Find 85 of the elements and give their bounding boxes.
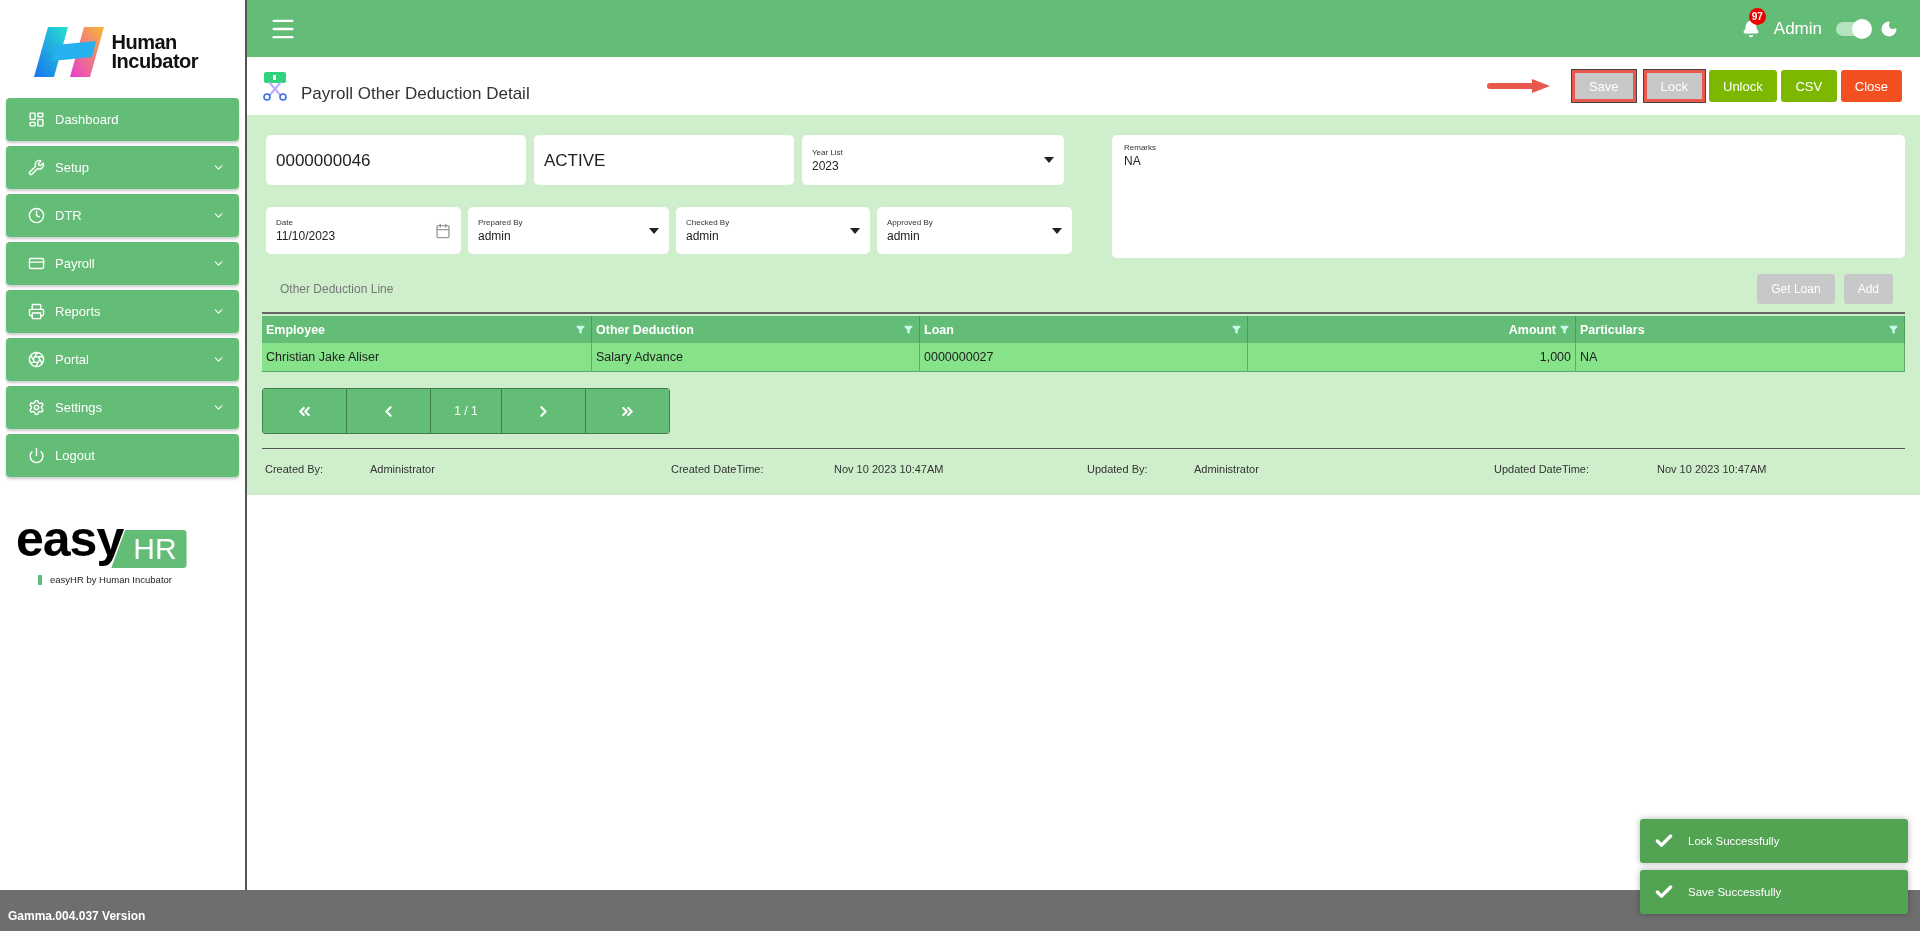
caret-icon: [1052, 227, 1062, 234]
filter-icon[interactable]: [1560, 325, 1569, 334]
field-value: 0000000046: [276, 151, 372, 171]
aperture-icon: [28, 351, 45, 368]
notification-badge: 97: [1748, 7, 1766, 25]
tagline-bar: [38, 574, 42, 585]
logo-icon: [33, 27, 104, 77]
input-field[interactable]: 0000000046: [266, 135, 526, 185]
arrow-annotation: [1485, 78, 1552, 94]
clock-icon: [28, 207, 45, 224]
remarks-field[interactable]: Remarks NA: [1112, 135, 1905, 258]
toolbar-button[interactable]: Unlock: [1709, 70, 1777, 102]
toast: Lock Successfully: [1640, 819, 1908, 863]
field-value: NA: [1124, 154, 1142, 168]
field-label: Remarks: [1124, 143, 1157, 152]
audit-label: Updated By:: [1087, 463, 1149, 475]
tagline: easyHR by Human Incubator: [50, 574, 172, 585]
caret-icon: [1044, 157, 1054, 163]
field-value: 2023: [812, 158, 840, 173]
caret-icon: [850, 227, 860, 234]
table-cell: Salary Advance: [592, 343, 920, 371]
theme-toggle[interactable]: [1836, 21, 1870, 36]
input-field[interactable]: ACTIVE: [534, 135, 794, 185]
table-cell: Christian Jake Aliser: [262, 343, 592, 371]
toolbar-button[interactable]: CSV: [1780, 70, 1837, 102]
field-label: Prepared By: [478, 218, 524, 227]
close-button[interactable]: Close: [1840, 70, 1902, 102]
field-label: Year List: [812, 147, 844, 157]
select-field[interactable]: Approved By admin: [877, 207, 1072, 254]
field-value: admin: [686, 229, 720, 243]
caret-icon: [649, 227, 659, 234]
field-label: Checked By: [686, 218, 731, 227]
field-value: admin: [887, 229, 921, 243]
gear-icon: [28, 399, 45, 416]
first-page-button[interactable]: [263, 389, 347, 433]
audit-value: Nov 10 2023 10:47AM: [1657, 463, 1768, 475]
filter-icon[interactable]: [576, 325, 585, 334]
field-value: ACTIVE: [544, 151, 607, 171]
bell-icon[interactable]: [1741, 19, 1760, 38]
audit-value: Nov 10 2023 10:47AM: [834, 463, 945, 475]
audit-label: Created DateTime:: [671, 463, 765, 475]
page-title: Payroll Other Deduction Detail: [301, 84, 530, 104]
select-field[interactable]: Year List 2023: [802, 135, 1064, 185]
table-row[interactable]: Christian Jake Aliser Salary Advance 0000000027 1,000 NA: [262, 343, 1905, 372]
select-field[interactable]: Prepared By admin: [468, 207, 669, 254]
toast: Save Successfully: [1640, 870, 1908, 914]
filter-icon[interactable]: [904, 325, 913, 334]
sidebar-item[interactable]: Portal: [6, 338, 239, 381]
audit-label: Updated DateTime:: [1494, 463, 1590, 475]
date-field[interactable]: Date 11/10/2023: [266, 207, 461, 254]
audit-value: Administrator: [1194, 463, 1260, 475]
field-value: admin: [478, 229, 512, 243]
table-cell: 0000000027: [920, 343, 1248, 371]
sidebar-item[interactable]: Dashboard: [6, 98, 239, 141]
audit-label: Created By:: [265, 463, 325, 475]
sidebar-item[interactable]: Logout: [6, 434, 239, 477]
filter-icon[interactable]: [1232, 325, 1241, 334]
field-label: Approved By: [887, 218, 934, 227]
sidebar-item[interactable]: Settings: [6, 386, 239, 429]
version-text: Gamma.004.037 Version: [8, 908, 146, 923]
card-icon: [28, 255, 45, 272]
select-field[interactable]: Checked By admin: [676, 207, 870, 254]
sidebar-item[interactable]: Setup: [6, 146, 239, 189]
user-name[interactable]: Admin: [1773, 18, 1822, 39]
sidebar-item[interactable]: DTR: [6, 194, 239, 237]
table-cell: 1,000: [1248, 343, 1576, 371]
printer-icon: [28, 303, 45, 320]
filter-icon[interactable]: [1889, 325, 1898, 334]
moon-icon: [1880, 19, 1898, 38]
previous-page-button[interactable]: [346, 389, 431, 433]
last-page-button[interactable]: [586, 389, 669, 433]
money-scissors-icon: [261, 71, 289, 101]
page-indicator: 1 / 1: [430, 389, 503, 433]
audit-value: Administrator: [370, 463, 436, 475]
dashboard-icon: [28, 111, 45, 128]
power-icon: [28, 447, 45, 464]
field-value: 11/10/2023: [276, 229, 337, 243]
table-cell: NA: [1576, 343, 1905, 371]
brand-name: Human Incubator: [111, 33, 200, 71]
section-title: Other Deduction Line: [280, 282, 395, 296]
wrench-icon: [28, 159, 45, 176]
sidebar-item[interactable]: Payroll: [6, 242, 239, 285]
sidebar-item[interactable]: Reports: [6, 290, 239, 333]
calendar-icon: [435, 222, 451, 239]
field-label: Date: [276, 218, 294, 227]
